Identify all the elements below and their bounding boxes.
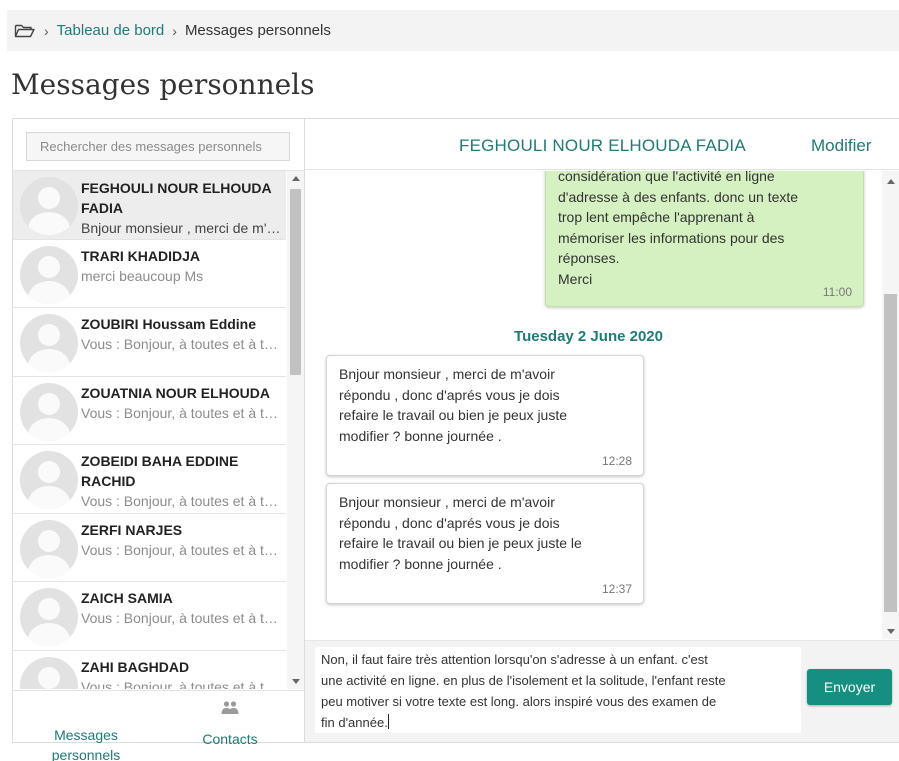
breadcrumb-current: Messages personnels (184, 22, 331, 39)
conversation-list-scrollbar[interactable] (287, 171, 304, 689)
conversations-panel: Rechercher des messages personnels FEGHO… (13, 119, 305, 761)
conversation-item[interactable]: ZOBEIDI BAHA EDDINE RACHID Vous : Bonjou… (13, 445, 286, 514)
message-time: 12:37 (601, 581, 632, 596)
avatar (20, 246, 78, 304)
message-thread: considération que l'activité en ligne d'… (305, 171, 880, 640)
day-separator: Tuesday 2 June 2020 (305, 328, 880, 345)
breadcrumb: › Tableau de bord › Messages personnels (7, 10, 899, 51)
breadcrumb-separator: › (44, 22, 49, 39)
message-line: modifier ? bonne journée . (339, 555, 502, 572)
message-thread-scrollbar[interactable] (882, 171, 899, 639)
conversation-name: ZAICH SAMIA (81, 590, 173, 606)
breadcrumb-separator: › (172, 22, 177, 39)
day-separator-label: Tuesday 2 June 2020 (514, 328, 663, 345)
sent-message: considération que l'activité en ligne d'… (545, 171, 864, 307)
compose-line-last: fin d'année. (321, 712, 795, 733)
conversation-item[interactable]: ZOUATNIA NOUR ELHOUDA Vous : Bonjour, à … (13, 377, 286, 445)
scrollbar-thumb[interactable] (290, 189, 301, 375)
conversation-preview: Vous : Bonjour, à toutes et à tous (81, 679, 283, 689)
folder-open-icon[interactable] (14, 23, 36, 39)
search-input[interactable]: Rechercher des messages personnels (26, 132, 290, 161)
conversation-item[interactable]: ZAHI BAGHDAD Vous : Bonjour, à toutes et… (13, 651, 286, 689)
conversation-name: ZOBEIDI BAHA EDDINE RACHID (81, 453, 239, 489)
message-line: considération que l'activité en ligne (558, 171, 775, 184)
conversation-header: FEGHOULI NOUR ELHOUDA FADIA Modifier (305, 119, 899, 170)
scrollbar-thumb[interactable] (884, 294, 897, 612)
nav-messages-personnels[interactable]: Messages personnels (41, 725, 131, 761)
message-line: d'adresse à des enfants. donc un texte (558, 188, 799, 205)
edit-button[interactable]: Modifier (811, 136, 871, 156)
received-message: Bnjour monsieur , merci de m'avoir répon… (326, 483, 644, 604)
avatar (20, 520, 78, 578)
conversation-preview: Vous : Bonjour, à toutes et à tous (81, 610, 283, 626)
conversation-item[interactable]: ZERFI NARJES Vous : Bonjour, à toutes et… (13, 514, 286, 582)
message-line: modifier ? bonne journée . (339, 427, 502, 444)
nav-contacts[interactable]: Contacts (185, 691, 275, 747)
scroll-up-arrow-icon[interactable] (292, 176, 300, 181)
send-button[interactable]: Envoyer (807, 669, 892, 705)
avatar (20, 588, 78, 646)
conversation-item[interactable]: ZOUBIRI Houssam Eddine Vous : Bonjour, à… (13, 308, 286, 377)
compose-line: Non, il faut faire très attention lorsqu… (321, 652, 708, 667)
scroll-down-arrow-icon[interactable] (887, 629, 895, 634)
conversation-name: ZOUATNIA NOUR ELHOUDA (81, 385, 270, 401)
message-line: répondu , donc d'aprés vous je dois (339, 386, 560, 403)
compose-line: peu motiver si votre texte est long. alo… (321, 694, 717, 709)
messaging-app: Rechercher des messages personnels FEGHO… (12, 118, 899, 761)
message-input[interactable]: Non, il faut faire très attention lorsqu… (315, 647, 801, 733)
conversation-item[interactable]: ZAICH SAMIA Vous : Bonjour, à toutes et … (13, 582, 286, 651)
message-line: Bnjour monsieur , merci de m'avoir (339, 494, 555, 510)
message-line: répondu , donc d'aprés vous je dois (339, 514, 560, 531)
message-line: refaire le travail ou bien je peux juste… (339, 535, 582, 551)
conversation-preview: Vous : Bonjour, à toutes et à tous (81, 493, 283, 509)
conversation-name: ZAHI BAGHDAD (81, 659, 190, 675)
scroll-down-arrow-icon[interactable] (292, 679, 300, 684)
avatar (20, 451, 78, 509)
conversation-item[interactable]: TRARI KHADIDJA merci beaucoup Ms (13, 240, 286, 308)
page-title: Messages personnels (11, 68, 315, 101)
message-line: réponses. (558, 250, 620, 266)
message-line: mémoriser les informations pour des (558, 229, 785, 246)
avatar (20, 383, 78, 441)
avatar (20, 314, 78, 372)
conversation-preview: Vous : Bonjour, à toutes et à tous (81, 405, 283, 421)
conversation-item[interactable]: FEGHOULI NOUR ELHOUDA FADIA Bnjour monsi… (13, 171, 286, 240)
breadcrumb-dashboard-link[interactable]: Tableau de bord (57, 22, 165, 39)
message-line: refaire le travail ou bien je peux juste (339, 407, 568, 423)
compose-area: Non, il faut faire très attention lorsqu… (305, 640, 899, 742)
message-line: Bnjour monsieur , merci de m'avoir (339, 366, 555, 382)
conversation-contact-name[interactable]: FEGHOULI NOUR ELHOUDA FADIA (459, 136, 746, 156)
conversation-name: TRARI KHADIDJA (81, 248, 200, 264)
message-time: 11:00 (822, 284, 852, 299)
avatar (20, 177, 78, 235)
message-line: trop lent empêche l'apprenant à (558, 209, 755, 225)
conversation-preview: merci beaucoup Ms (81, 268, 204, 284)
scroll-up-arrow-icon[interactable] (887, 179, 895, 184)
conversation-preview: Bnjour monsieur , merci de m'avoir répon… (81, 220, 283, 236)
footer-nav: Messages personnels Contacts (13, 691, 305, 761)
conversation-preview: Vous : Bonjour, à toutes et à tous (81, 336, 283, 352)
message-time: 12:28 (601, 453, 632, 468)
received-message: Bnjour monsieur , merci de m'avoir répon… (326, 355, 644, 476)
conversation-list: FEGHOULI NOUR ELHOUDA FADIA Bnjour monsi… (13, 171, 286, 689)
text-caret (387, 714, 389, 729)
conversation-preview: Vous : Bonjour, à toutes et à tous (81, 542, 283, 558)
avatar (20, 657, 78, 689)
conversation-name: ZERFI NARJES (81, 522, 183, 538)
conversation-name: ZOUBIRI Houssam Eddine (81, 316, 257, 332)
compose-line: une activité en ligne. en plus de l'isol… (321, 673, 726, 688)
users-icon (220, 699, 240, 717)
nav-contacts-label: Contacts (202, 731, 258, 747)
conversation-name: FEGHOULI NOUR ELHOUDA FADIA (81, 180, 272, 216)
conversation-panel: FEGHOULI NOUR ELHOUDA FADIA Modifier con… (305, 119, 899, 742)
message-line: Merci (558, 270, 593, 287)
compose-line: fin d'année. (321, 715, 388, 730)
